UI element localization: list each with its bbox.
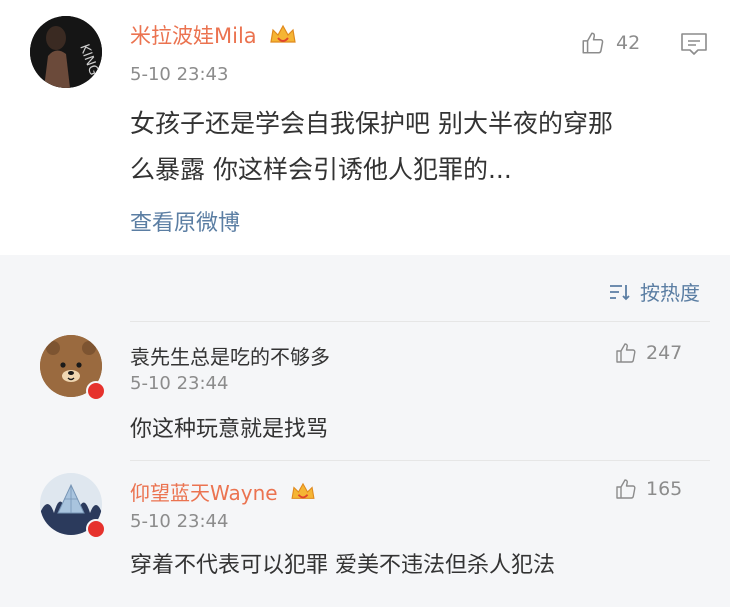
post-text-line2: 么暴露 你这样会引诱他人犯罪的... (130, 155, 512, 184)
comment-username[interactable]: 仰望蓝天Wayne (130, 477, 316, 507)
divider (130, 321, 710, 322)
thumbs-up-icon (616, 343, 636, 363)
sort-icon (610, 284, 630, 300)
post-avatar[interactable]: KING L (30, 16, 102, 88)
vip-crown-icon (290, 482, 316, 507)
thumbs-up-icon (616, 479, 636, 499)
original-post: KING L 米拉波娃Mila 5-10 23:43 42 女孩子还是学会自我保… (0, 0, 730, 255)
post-time: 5-10 23:43 (130, 64, 229, 85)
divider (130, 460, 710, 461)
vip-crown-icon (269, 24, 297, 51)
comment-like-count: 247 (646, 342, 683, 364)
verified-badge-icon (86, 519, 106, 539)
comment-like-button[interactable]: 247 (614, 341, 682, 365)
post-like-button[interactable]: 42 (580, 30, 640, 56)
sort-button[interactable]: 按热度 (608, 277, 700, 306)
avatar-image: KING L (30, 16, 102, 88)
post-text-line1: 女孩子还是学会自我保护吧 别大半夜的穿那 (130, 109, 613, 138)
comment-username[interactable]: 袁先生总是吃的不够多 (130, 341, 330, 370)
comment-like-count: 165 (646, 478, 683, 500)
thumbs-up-icon (582, 32, 604, 54)
comment-text: 穿着不代表可以犯罪 爱美不违法但杀人犯法 (130, 553, 555, 578)
post-like-count: 42 (616, 32, 641, 54)
comment-icon[interactable] (680, 32, 708, 60)
comment-text: 你这种玩意就是找骂 (130, 417, 329, 442)
verified-badge-icon (86, 381, 106, 401)
comment-time: 5-10 23:44 (130, 373, 229, 394)
post-username[interactable]: 米拉波娃Mila (130, 20, 297, 51)
comment-like-button[interactable]: 165 (614, 477, 682, 501)
comment-time: 5-10 23:44 (130, 511, 229, 532)
view-original-link[interactable]: 查看原微博 (130, 205, 240, 237)
sort-label: 按热度 (640, 281, 700, 305)
comments-section: 按热度 袁先生总是吃的不够多 5-10 23:44 247 你这种玩意就是找骂 … (0, 255, 730, 607)
